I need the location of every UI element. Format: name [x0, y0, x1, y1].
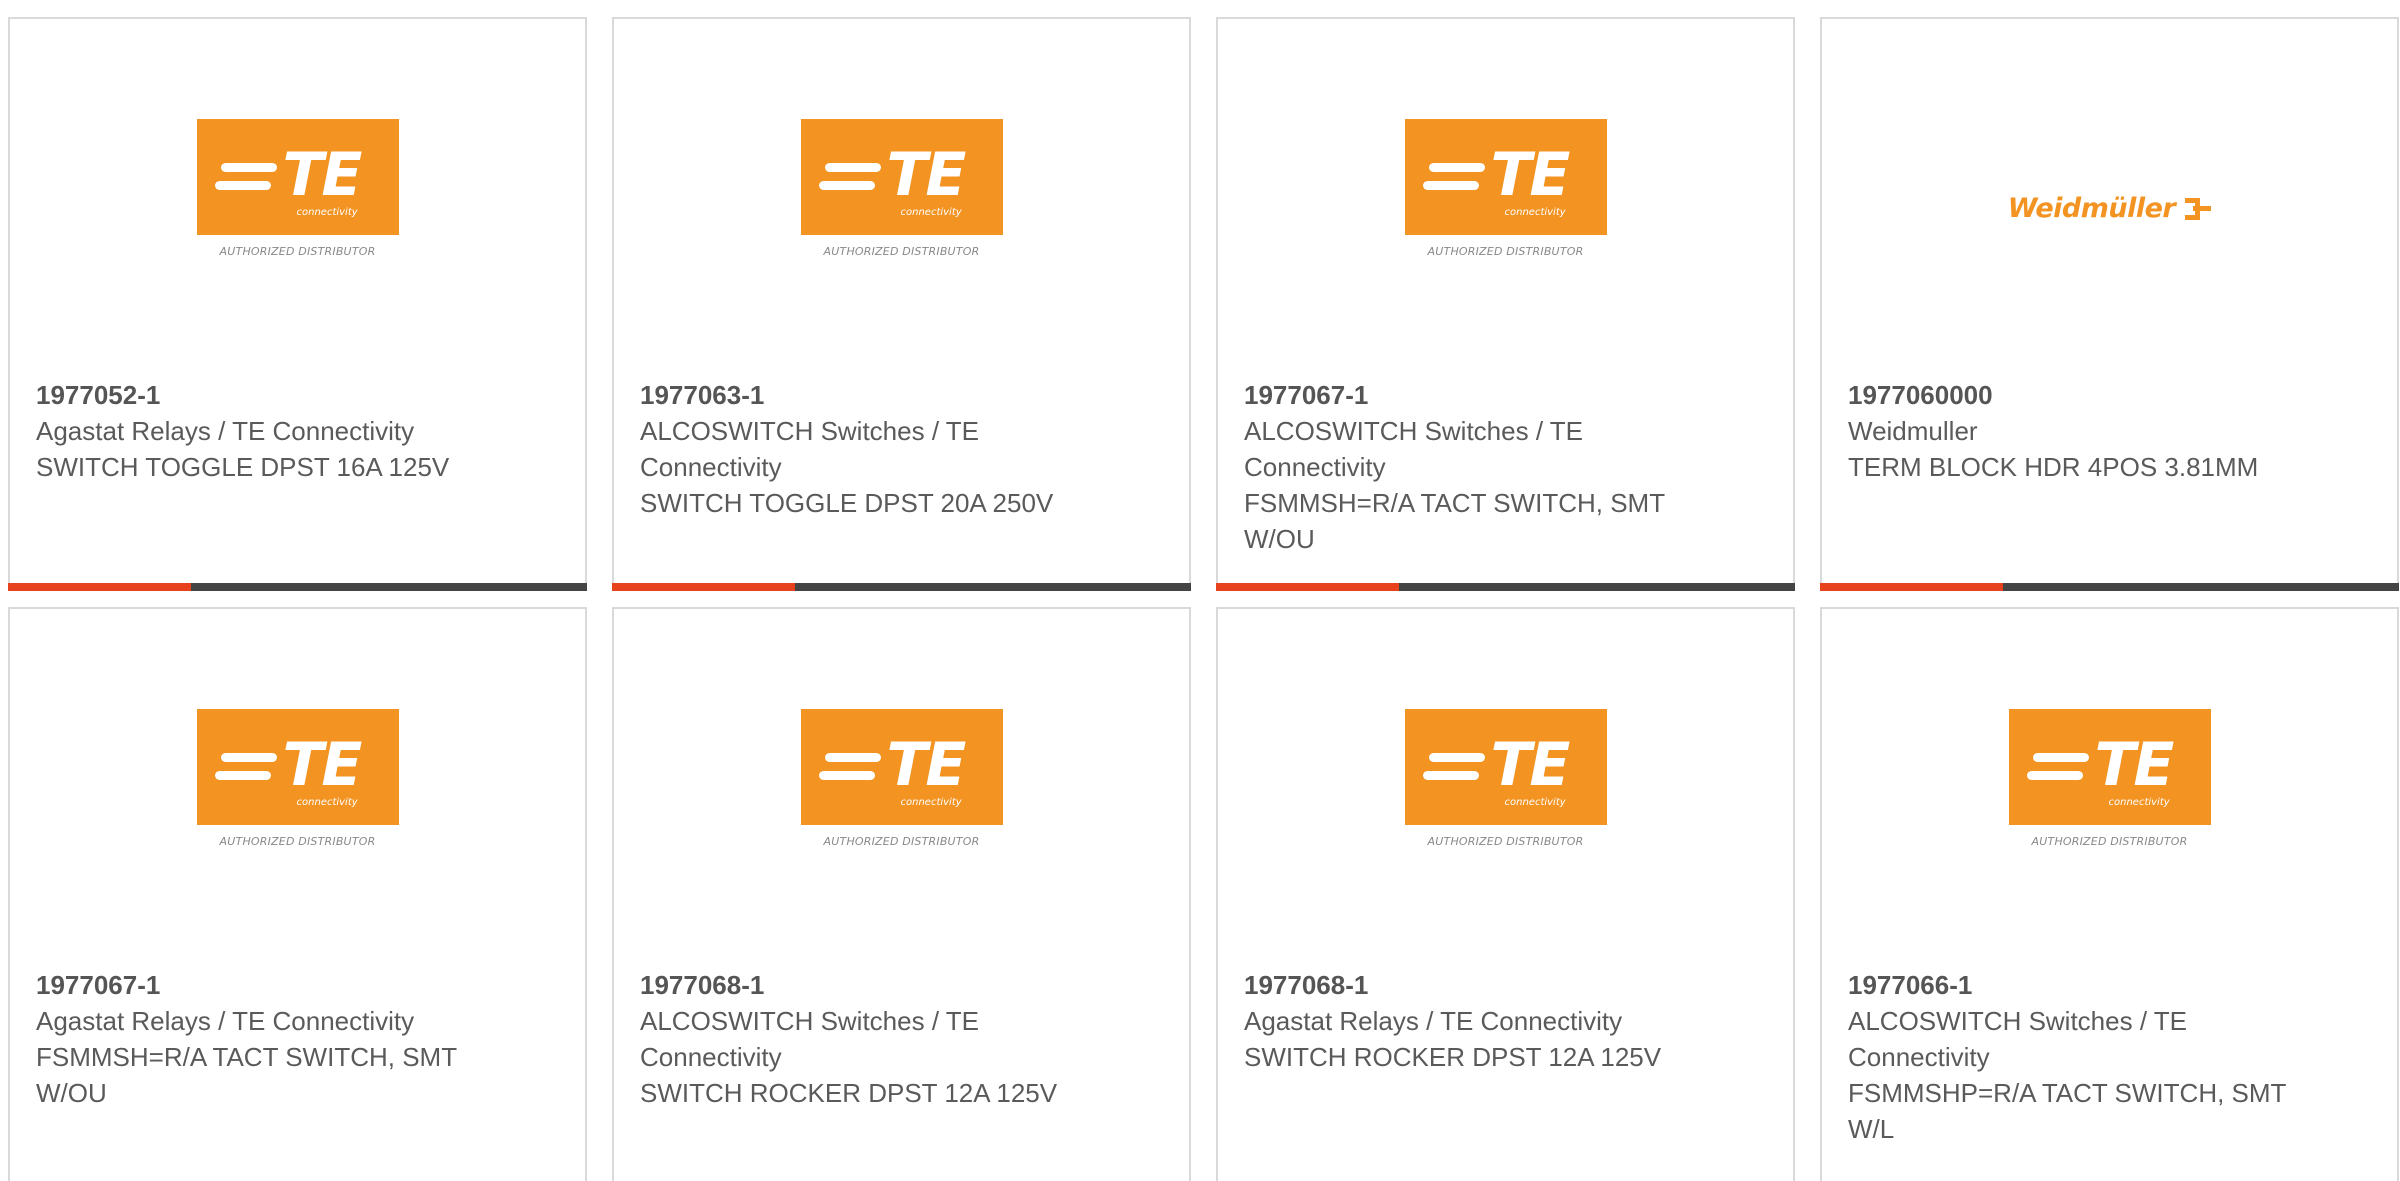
description: FSMMSHP=R/A TACT SWITCH, SMT W/L: [1848, 1078, 2286, 1144]
brand-logo-area: TE connectivity AUTHORIZED DISTRIBUTOR: [10, 709, 585, 869]
brand-logo-area: TE connectivity AUTHORIZED DISTRIBUTOR: [1218, 119, 1793, 279]
te-logo-tagline: AUTHORIZED DISTRIBUTOR: [1427, 245, 1584, 258]
card-footer-accent: [612, 583, 795, 591]
te-logo-tagline: AUTHORIZED DISTRIBUTOR: [1427, 835, 1584, 848]
card-footer-bar: [8, 583, 587, 591]
te-logo-sub: connectivity: [2108, 797, 2170, 808]
te-logo-tagline: AUTHORIZED DISTRIBUTOR: [2031, 835, 2188, 848]
part-number-link[interactable]: 1977063-1: [640, 377, 1100, 413]
te-logo-sub: connectivity: [296, 797, 358, 808]
te-connectivity-logo: TE connectivity AUTHORIZED DISTRIBUTOR: [800, 119, 1003, 258]
te-logo-sub: connectivity: [1504, 207, 1566, 218]
te-logo-mark: TE connectivity: [800, 119, 1003, 235]
te-logo-tagline: AUTHORIZED DISTRIBUTOR: [823, 835, 980, 848]
te-logo-sub: connectivity: [900, 797, 962, 808]
product-card[interactable]: Weidmüller 1977060000 Weidmuller TERM BL…: [1820, 17, 2399, 591]
weidmuller-wordmark: Weidmüller: [2007, 193, 2176, 224]
te-connectivity-logo: TE connectivity AUTHORIZED DISTRIBUTOR: [196, 119, 399, 258]
product-info: 1977052-1 Agastat Relays / TE Connectivi…: [36, 377, 496, 485]
product-info: 1977067-1 Agastat Relays / TE Connectivi…: [36, 967, 496, 1111]
part-number-link[interactable]: 1977067-1: [36, 967, 496, 1003]
te-logo-wordmark: TE: [886, 140, 967, 210]
te-logo-wordmark: TE: [282, 730, 363, 800]
product-info: 1977067-1 ALCOSWITCH Switches / TE Conne…: [1244, 377, 1704, 557]
te-logo-tagline: AUTHORIZED DISTRIBUTOR: [823, 245, 980, 258]
product-info: 1977068-1 ALCOSWITCH Switches / TE Conne…: [640, 967, 1100, 1111]
card-footer-bar: [612, 583, 1191, 591]
brand-logo-area: Weidmüller: [1822, 119, 2397, 279]
part-number-link[interactable]: 1977068-1: [1244, 967, 1704, 1003]
product-info: 1977060000 Weidmuller TERM BLOCK HDR 4PO…: [1848, 377, 2308, 485]
description: TERM BLOCK HDR 4POS 3.81MM: [1848, 452, 2259, 482]
part-number-link[interactable]: 1977060000: [1848, 377, 2308, 413]
te-logo-wordmark: TE: [886, 730, 967, 800]
brand-logo-area: TE connectivity AUTHORIZED DISTRIBUTOR: [10, 119, 585, 279]
product-card[interactable]: TE connectivity AUTHORIZED DISTRIBUTOR 1…: [8, 607, 587, 1181]
manufacturer: ALCOSWITCH Switches / TE Connectivity: [1848, 1006, 2188, 1072]
part-number-link[interactable]: 1977067-1: [1244, 377, 1704, 413]
te-logo-tagline: AUTHORIZED DISTRIBUTOR: [219, 245, 376, 258]
description: SWITCH ROCKER DPST 12A 125V: [640, 1078, 1058, 1108]
te-logo-wordmark: TE: [282, 140, 363, 210]
description: SWITCH ROCKER DPST 12A 125V: [1244, 1042, 1662, 1072]
te-logo-mark: TE connectivity: [800, 709, 1003, 825]
description: SWITCH TOGGLE DPST 16A 125V: [36, 452, 450, 482]
product-card[interactable]: TE connectivity AUTHORIZED DISTRIBUTOR 1…: [1216, 607, 1795, 1181]
manufacturer: ALCOSWITCH Switches / TE Connectivity: [640, 1006, 980, 1072]
te-connectivity-logo: TE connectivity AUTHORIZED DISTRIBUTOR: [2008, 709, 2211, 848]
product-card[interactable]: TE connectivity AUTHORIZED DISTRIBUTOR 1…: [612, 607, 1191, 1181]
te-logo-wordmark: TE: [1490, 730, 1571, 800]
product-grid: TE connectivity AUTHORIZED DISTRIBUTOR 1…: [0, 0, 2400, 1181]
te-logo-wordmark: TE: [1490, 140, 1571, 210]
te-logo-mark: TE connectivity: [1404, 709, 1607, 825]
brand-logo-area: TE connectivity AUTHORIZED DISTRIBUTOR: [1218, 709, 1793, 869]
weidmuller-mark-icon: [2183, 195, 2212, 223]
product-card[interactable]: TE connectivity AUTHORIZED DISTRIBUTOR 1…: [612, 17, 1191, 591]
te-connectivity-logo: TE connectivity AUTHORIZED DISTRIBUTOR: [800, 709, 1003, 848]
manufacturer: Agastat Relays / TE Connectivity: [36, 1006, 415, 1036]
card-footer-accent: [1820, 583, 2003, 591]
description: FSMMSH=R/A TACT SWITCH, SMT W/OU: [1244, 488, 1665, 554]
te-logo-mark: TE connectivity: [196, 119, 399, 235]
part-number-link[interactable]: 1977052-1: [36, 377, 496, 413]
brand-logo-area: TE connectivity AUTHORIZED DISTRIBUTOR: [614, 709, 1189, 869]
te-logo-sub: connectivity: [296, 207, 358, 218]
product-info: 1977063-1 ALCOSWITCH Switches / TE Conne…: [640, 377, 1100, 521]
te-connectivity-logo: TE connectivity AUTHORIZED DISTRIBUTOR: [196, 709, 399, 848]
product-info: 1977066-1 ALCOSWITCH Switches / TE Conne…: [1848, 967, 2308, 1147]
description: FSMMSH=R/A TACT SWITCH, SMT W/OU: [36, 1042, 457, 1108]
te-logo-sub: connectivity: [1504, 797, 1566, 808]
te-connectivity-logo: TE connectivity AUTHORIZED DISTRIBUTOR: [1404, 119, 1607, 258]
card-footer-accent: [1216, 583, 1399, 591]
brand-logo-area: TE connectivity AUTHORIZED DISTRIBUTOR: [1822, 709, 2397, 869]
te-logo-tagline: AUTHORIZED DISTRIBUTOR: [219, 835, 376, 848]
card-footer-accent: [8, 583, 191, 591]
product-card[interactable]: TE connectivity AUTHORIZED DISTRIBUTOR 1…: [8, 17, 587, 591]
description: SWITCH TOGGLE DPST 20A 250V: [640, 488, 1054, 518]
te-logo-sub: connectivity: [900, 207, 962, 218]
te-logo-mark: TE connectivity: [196, 709, 399, 825]
card-footer-bar: [1216, 583, 1795, 591]
weidmuller-logo: Weidmüller: [2007, 193, 2212, 224]
part-number-link[interactable]: 1977066-1: [1848, 967, 2308, 1003]
manufacturer: Agastat Relays / TE Connectivity: [36, 416, 415, 446]
te-logo-mark: TE connectivity: [2008, 709, 2211, 825]
manufacturer: ALCOSWITCH Switches / TE Connectivity: [1244, 416, 1584, 482]
te-logo-mark: TE connectivity: [1404, 119, 1607, 235]
brand-logo-area: TE connectivity AUTHORIZED DISTRIBUTOR: [614, 119, 1189, 279]
manufacturer: Agastat Relays / TE Connectivity: [1244, 1006, 1623, 1036]
product-info: 1977068-1 Agastat Relays / TE Connectivi…: [1244, 967, 1704, 1075]
part-number-link[interactable]: 1977068-1: [640, 967, 1100, 1003]
product-card[interactable]: TE connectivity AUTHORIZED DISTRIBUTOR 1…: [1820, 607, 2399, 1181]
te-connectivity-logo: TE connectivity AUTHORIZED DISTRIBUTOR: [1404, 709, 1607, 848]
product-card[interactable]: TE connectivity AUTHORIZED DISTRIBUTOR 1…: [1216, 17, 1795, 591]
card-footer-bar: [1820, 583, 2399, 591]
manufacturer: Weidmuller: [1848, 416, 1978, 446]
manufacturer: ALCOSWITCH Switches / TE Connectivity: [640, 416, 980, 482]
te-logo-wordmark: TE: [2094, 730, 2175, 800]
